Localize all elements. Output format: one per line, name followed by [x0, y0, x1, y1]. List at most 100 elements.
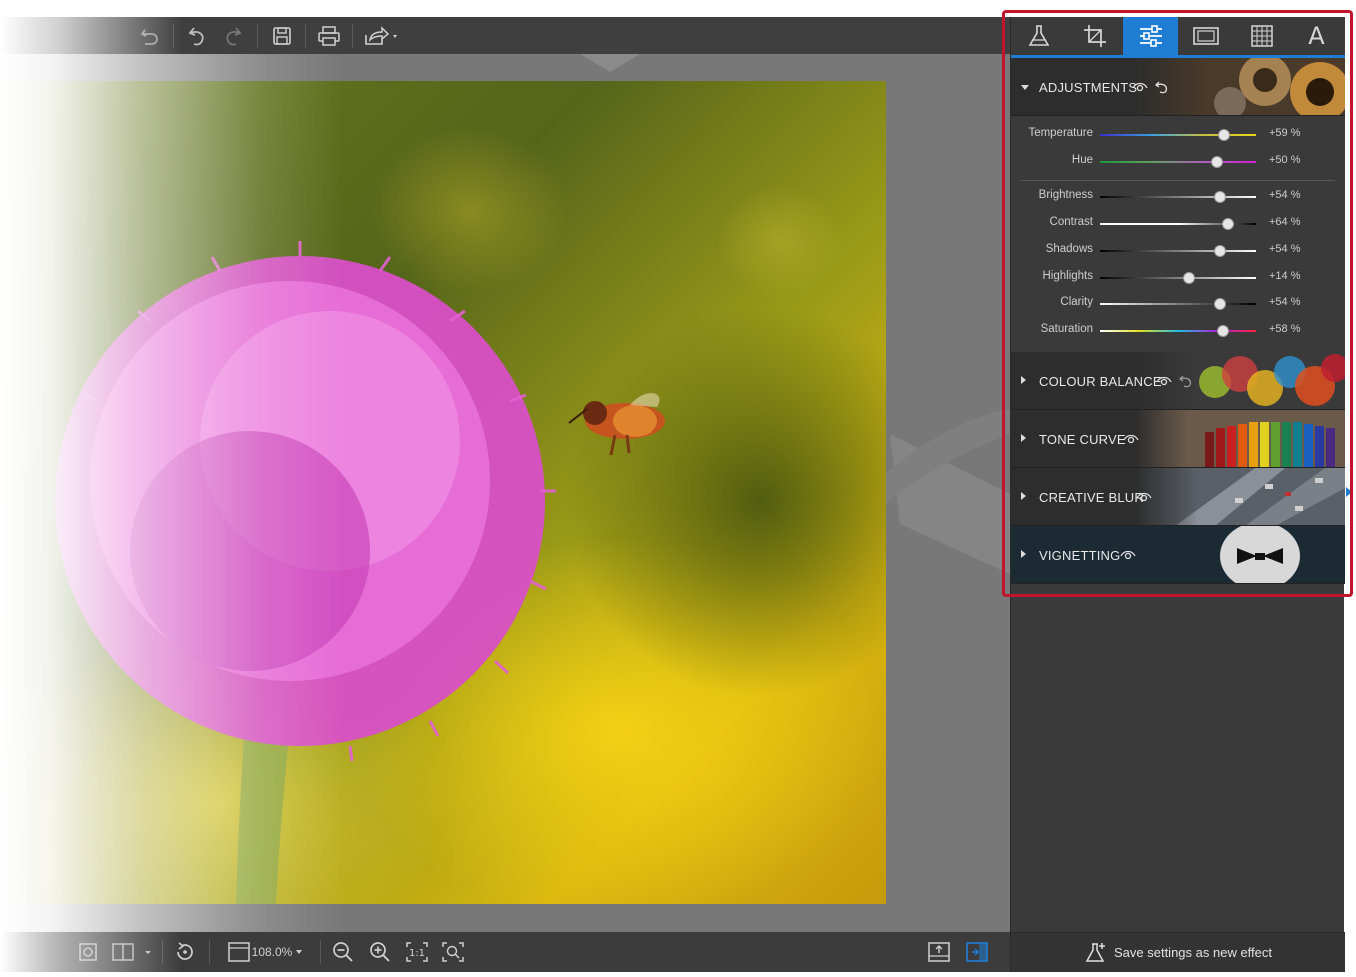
zoom-fit-icon[interactable]	[438, 938, 468, 966]
colored-pencils-artwork	[1135, 410, 1345, 467]
collapse-caret-icon	[1021, 85, 1029, 90]
flask-icon	[1028, 25, 1049, 46]
section-tone-curve-header[interactable]: TONE CURVE	[1011, 410, 1345, 468]
slider-knob[interactable]	[1221, 218, 1234, 230]
undo-all-icon[interactable]	[135, 21, 165, 51]
tab-crop[interactable]	[1067, 17, 1122, 55]
svg-text:1:1: 1:1	[409, 948, 425, 959]
expand-caret-icon	[1021, 434, 1026, 442]
undo-icon[interactable]	[182, 21, 212, 51]
save-icon[interactable]	[267, 21, 297, 51]
slider-label: Highlights	[1042, 270, 1094, 282]
toggle-panel-icon[interactable]	[962, 938, 992, 966]
section-adjustments-header[interactable]: ADJUSTMENTS	[1011, 58, 1345, 116]
print-icon[interactable]	[314, 21, 344, 51]
compare-icon[interactable]	[74, 938, 102, 966]
slider-knob[interactable]	[1214, 298, 1227, 310]
rotate-icon[interactable]	[170, 938, 200, 966]
zoom-level-dropdown[interactable]: 108.0%	[218, 938, 314, 966]
slider-brightness[interactable]: Brightness +54 %	[1011, 187, 1345, 207]
crop-icon	[1083, 25, 1106, 47]
slider-track[interactable]	[1100, 245, 1256, 257]
slider-shadows[interactable]: Shadows +54 %	[1011, 241, 1345, 261]
frame-icon	[1192, 27, 1219, 45]
slider-hue[interactable]: Hue +50 %	[1011, 152, 1345, 172]
actual-size-icon[interactable]: 1:1	[402, 938, 432, 966]
tab-effects[interactable]	[1011, 17, 1066, 55]
slider-track[interactable]	[1100, 325, 1256, 337]
tab-frames[interactable]	[1178, 17, 1233, 55]
slider-divider	[1021, 180, 1335, 181]
expand-caret-icon	[1021, 376, 1026, 384]
section-title: CREATIVE BLUR	[1039, 490, 1144, 505]
eye-icon[interactable]	[1120, 547, 1136, 563]
slider-contrast[interactable]: Contrast +64 %	[1011, 214, 1345, 234]
tab-text[interactable]: A	[1289, 17, 1344, 55]
bee-figure	[568, 393, 665, 456]
redo-icon[interactable]	[218, 21, 248, 51]
slider-label: Contrast	[1049, 216, 1093, 228]
save-effect-label: Save settings as new effect	[1113, 945, 1273, 960]
slider-knob[interactable]	[1182, 272, 1195, 284]
eye-icon[interactable]	[1156, 373, 1172, 389]
panel-tabs: A	[1011, 17, 1345, 55]
section-colour-balance-header[interactable]: COLOUR BALANCE	[1011, 352, 1345, 410]
tab-textures[interactable]	[1234, 17, 1289, 55]
city-street-artwork	[1135, 468, 1345, 525]
panel-edge-arrow-icon[interactable]	[1346, 487, 1352, 497]
slider-track[interactable]	[1100, 218, 1256, 230]
reset-icon[interactable]	[1178, 373, 1194, 389]
effects-panel: A ADJUSTMENTS Temperature +59 % Hue +50 …	[1010, 17, 1345, 972]
slider-track[interactable]	[1100, 191, 1256, 203]
eye-icon[interactable]	[1123, 431, 1139, 447]
slider-track[interactable]	[1100, 298, 1256, 310]
slider-knob[interactable]	[1217, 325, 1230, 337]
flask-plus-icon	[1085, 942, 1105, 962]
save-effect-button[interactable]: Save settings as new effect	[1011, 932, 1345, 972]
export-icon[interactable]	[924, 938, 954, 966]
expand-caret-icon	[1021, 550, 1026, 558]
adjustments-sliders: Temperature +59 % Hue +50 % Brightness +…	[1011, 116, 1345, 352]
slider-value: +50 %	[1269, 154, 1301, 166]
slider-knob[interactable]	[1211, 156, 1223, 168]
slider-highlights[interactable]: Highlights +14 %	[1011, 268, 1345, 288]
section-vignetting-header[interactable]: VIGNETTING	[1011, 526, 1345, 584]
zoom-out-icon[interactable]	[328, 938, 358, 966]
section-title: ADJUSTMENTS	[1039, 80, 1138, 95]
image-canvas[interactable]	[0, 54, 1010, 932]
slider-clarity[interactable]: Clarity +54 %	[1011, 294, 1345, 314]
split-view-icon[interactable]	[110, 938, 154, 966]
slider-temperature[interactable]: Temperature +59 %	[1011, 125, 1345, 145]
slider-track[interactable]	[1100, 272, 1256, 284]
slider-label: Temperature	[1028, 127, 1093, 139]
slider-knob[interactable]	[1214, 191, 1227, 203]
tab-adjustments[interactable]	[1123, 17, 1178, 55]
slider-value: +58 %	[1269, 323, 1301, 335]
slider-value: +14 %	[1269, 270, 1301, 282]
slider-track[interactable]	[1100, 129, 1256, 141]
reset-icon[interactable]	[1154, 79, 1170, 95]
slider-knob[interactable]	[1214, 245, 1227, 257]
section-title: VIGNETTING	[1039, 548, 1121, 563]
eye-icon[interactable]	[1136, 489, 1152, 505]
zoom-level-value: 108.0%	[251, 945, 293, 959]
edited-photo[interactable]	[0, 81, 886, 904]
share-icon[interactable]	[361, 21, 401, 51]
top-toolbar	[0, 17, 1010, 54]
slider-label: Saturation	[1040, 323, 1093, 335]
slider-saturation[interactable]: Saturation +58 %	[1011, 321, 1345, 341]
fit-frame-icon	[227, 942, 250, 962]
slider-label: Shadows	[1045, 243, 1093, 255]
slider-label: Clarity	[1060, 296, 1093, 308]
expand-caret-icon	[1021, 492, 1026, 500]
slider-knob[interactable]	[1218, 129, 1231, 141]
slider-track[interactable]	[1100, 156, 1256, 168]
chevron-down-icon	[296, 950, 303, 954]
adjust-sliders-icon	[1139, 25, 1162, 47]
eye-icon[interactable]	[1132, 79, 1148, 95]
zoom-in-icon[interactable]	[365, 938, 395, 966]
text-icon: A	[1308, 22, 1325, 50]
slider-value: +54 %	[1269, 189, 1301, 201]
slider-value: +59 %	[1269, 127, 1301, 139]
section-creative-blur-header[interactable]: CREATIVE BLUR	[1011, 468, 1345, 526]
